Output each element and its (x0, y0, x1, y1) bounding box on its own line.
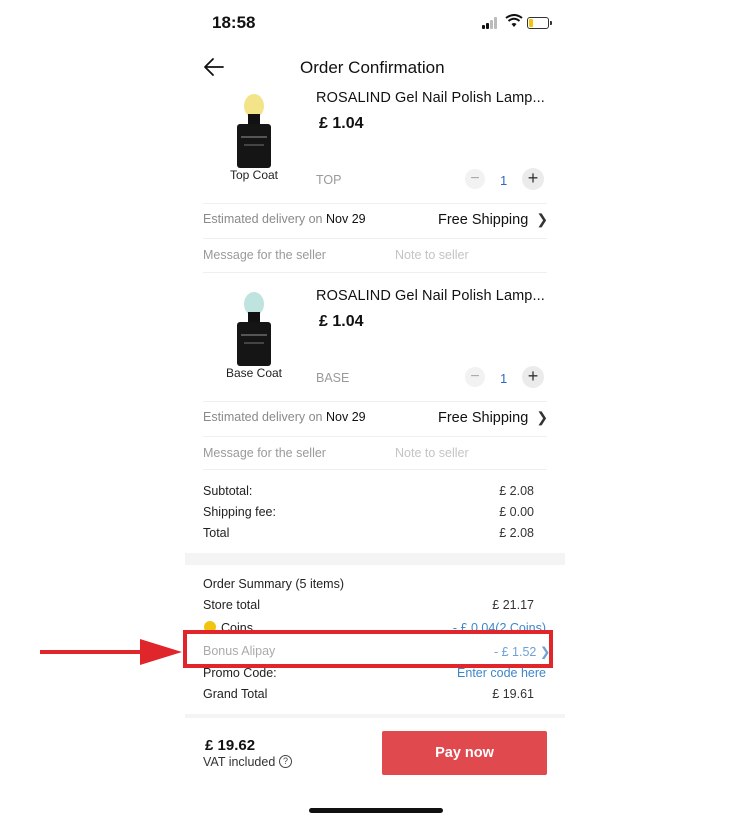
product-image[interactable] (232, 92, 276, 170)
grand-total-label: Grand Total (203, 687, 268, 701)
delivery-date: Nov 29 (326, 410, 366, 424)
battery-icon (527, 17, 552, 29)
quantity-increase-button[interactable]: + (522, 168, 544, 190)
quantity-decrease-button[interactable]: − (465, 367, 485, 387)
divider (203, 203, 547, 204)
subtotal-label: Subtotal: (203, 484, 253, 498)
subtotal-value: £ 2.08 (499, 484, 534, 498)
section-separator (185, 553, 565, 565)
divider (203, 401, 547, 402)
seller-note-input[interactable]: Note to seller (395, 446, 469, 460)
chevron-right-icon: ❯ (539, 645, 551, 659)
message-label: Message for the seller (203, 248, 326, 262)
signal-icon (482, 16, 500, 29)
message-label: Message for the seller (203, 446, 326, 460)
page-title: Order Confirmation (300, 58, 445, 77)
product-image[interactable] (232, 290, 276, 368)
delivery-date: Nov 29 (326, 212, 366, 226)
product-price: £ 1.04 (319, 115, 364, 132)
section-separator (185, 714, 565, 718)
shipping-option[interactable]: Free Shipping ❯ (438, 211, 548, 228)
quantity-value: 1 (500, 173, 508, 188)
total-value: £ 2.08 (499, 526, 534, 540)
shipping-fee-label: Shipping fee: (203, 505, 276, 519)
divider (203, 436, 547, 437)
grand-total-value: £ 19.61 (492, 687, 534, 701)
store-total-value: £ 21.17 (492, 598, 534, 612)
store-total-label: Store total (203, 598, 260, 612)
promo-code-input[interactable]: Enter code here (457, 666, 546, 680)
chevron-right-icon: ❯ (536, 409, 549, 425)
divider (203, 238, 547, 239)
product-title[interactable]: ROSALIND Gel Nail Polish Lamp... (316, 288, 545, 304)
quantity-increase-button[interactable]: + (522, 366, 544, 388)
shipping-fee-value: £ 0.00 (499, 505, 534, 519)
product-variant: TOP (316, 173, 342, 187)
home-indicator[interactable] (309, 808, 443, 813)
wifi-icon (505, 14, 523, 27)
footer-total: £ 19.62 (205, 737, 256, 754)
status-time: 18:58 (212, 13, 256, 32)
product-image-caption: Base Coat (225, 366, 283, 380)
back-arrow-icon[interactable] (203, 56, 225, 78)
total-label: Total (203, 526, 230, 540)
order-summary-title: Order Summary (5 items) (203, 577, 344, 591)
quantity-value: 1 (500, 371, 508, 386)
product-image-caption: Top Coat (229, 168, 279, 182)
chevron-right-icon: ❯ (536, 211, 549, 227)
product-title[interactable]: ROSALIND Gel Nail Polish Lamp... (316, 90, 545, 106)
bonus-alipay-value[interactable]: - £ 1.52 ❯ (494, 644, 550, 659)
divider (203, 272, 547, 273)
bonus-alipay-label: Bonus Alipay (203, 644, 276, 658)
estimated-delivery: Estimated delivery on Nov 29 (203, 212, 366, 226)
divider (203, 469, 547, 470)
annotation-arrow-icon (40, 639, 182, 665)
promo-code-label: Promo Code: (203, 666, 277, 680)
vat-label: VAT included (203, 755, 276, 769)
shipping-option[interactable]: Free Shipping ❯ (438, 409, 548, 426)
estimated-delivery: Estimated delivery on Nov 29 (203, 410, 366, 424)
help-icon[interactable]: ? (279, 755, 292, 768)
pay-now-button[interactable]: Pay now (382, 731, 547, 775)
quantity-decrease-button[interactable]: − (465, 169, 485, 189)
product-price: £ 1.04 (319, 313, 364, 330)
product-variant: BASE (316, 371, 350, 385)
seller-note-input[interactable]: Note to seller (395, 248, 469, 262)
